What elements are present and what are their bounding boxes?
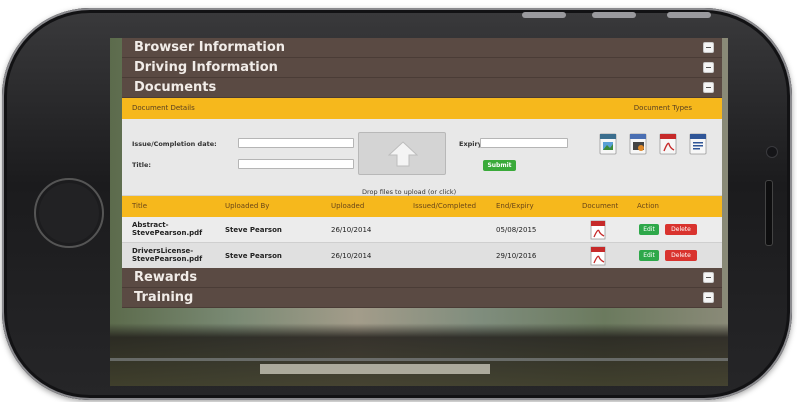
section-label: Training: [134, 290, 194, 305]
home-button[interactable]: [34, 178, 104, 248]
phone-screen: Browser Information Driving Information …: [110, 38, 728, 386]
volume-button: [522, 12, 566, 18]
profile-panel: Browser Information Driving Information …: [122, 38, 722, 324]
power-button: [667, 12, 711, 18]
pdf-document-icon[interactable]: [590, 220, 608, 240]
section-training[interactable]: Training: [122, 288, 722, 308]
document-title: DriversLicense- StevePearson.pdf: [132, 247, 202, 263]
document-details-header: Document Details Document Types: [122, 98, 722, 119]
document-title: Abstract- StevePearson.pdf: [132, 221, 202, 237]
document-title-line: StevePearson.pdf: [132, 229, 203, 237]
collapse-icon[interactable]: [703, 292, 714, 303]
delete-button[interactable]: Delete: [665, 250, 697, 261]
section-driving-information[interactable]: Driving Information: [122, 58, 722, 78]
edit-button[interactable]: Edit: [639, 250, 659, 261]
section-label: Driving Information: [134, 60, 278, 75]
column-header: Document: [582, 202, 619, 210]
section-label: Browser Information: [134, 40, 286, 55]
delete-button[interactable]: Delete: [665, 224, 697, 235]
column-header: Uploaded: [331, 202, 365, 210]
document-title-line: StevePearson.pdf: [132, 255, 203, 263]
front-camera: [766, 146, 778, 158]
expiry-date: 05/08/2015: [496, 226, 537, 234]
upload-arrow-icon: [388, 141, 418, 167]
collapse-icon[interactable]: [703, 62, 714, 73]
expiry-input[interactable]: [480, 138, 568, 148]
image-file-icon: [599, 133, 617, 155]
uploaded-date: 26/10/2014: [331, 226, 372, 234]
column-header: Action: [637, 202, 659, 210]
document-types-label: Document Types: [633, 104, 692, 112]
pdf-document-icon[interactable]: [590, 246, 608, 266]
column-header: End/Expiry: [496, 202, 534, 210]
section-browser-information[interactable]: Browser Information: [122, 38, 722, 58]
document-details-label: Document Details: [132, 104, 195, 112]
submit-button[interactable]: Submit: [483, 160, 516, 171]
uploaded-date: 26/10/2014: [331, 252, 372, 260]
section-rewards[interactable]: Rewards: [122, 268, 722, 288]
edit-button[interactable]: Edit: [639, 224, 659, 235]
section-documents[interactable]: Documents: [122, 78, 722, 98]
document-title-line: Abstract-: [132, 221, 169, 229]
phone-frame: Browser Information Driving Information …: [2, 8, 792, 400]
issue-date-input[interactable]: [238, 138, 354, 148]
document-title-line: DriversLicense-: [132, 247, 194, 255]
speaker-grille: [765, 180, 773, 246]
section-label: Documents: [134, 80, 217, 95]
drop-hint: Drop files to upload (or click): [362, 188, 457, 196]
video-file-icon: [629, 133, 647, 155]
file-dropzone[interactable]: [358, 132, 446, 175]
column-header: Uploaded By: [225, 202, 270, 210]
title-input[interactable]: [238, 159, 354, 169]
background-roofline: [110, 358, 728, 361]
column-header: Title: [132, 202, 148, 210]
collapse-icon[interactable]: [703, 82, 714, 93]
background-building: [260, 364, 490, 374]
table-row: Abstract- StevePearson.pdf Steve Pearson…: [122, 217, 722, 243]
documents-table-header: Title Uploaded By Uploaded Issued/Comple…: [122, 196, 722, 217]
issue-date-label: Issue/Completion date:: [132, 140, 217, 148]
table-row: DriversLicense- StevePearson.pdf Steve P…: [122, 243, 722, 268]
upload-form: Issue/Completion date: Title: Expiry: Su…: [122, 119, 722, 196]
word-file-icon: [689, 133, 707, 155]
column-header: Issued/Completed: [413, 202, 477, 210]
collapse-icon[interactable]: [703, 42, 714, 53]
collapse-icon[interactable]: [703, 272, 714, 283]
expiry-date: 29/10/2016: [496, 252, 537, 260]
volume-button: [592, 12, 636, 18]
uploaded-by: Steve Pearson: [225, 226, 282, 234]
uploaded-by: Steve Pearson: [225, 252, 282, 260]
pdf-file-icon: [659, 133, 677, 155]
section-label: Rewards: [134, 270, 198, 285]
title-label: Title:: [132, 161, 152, 169]
